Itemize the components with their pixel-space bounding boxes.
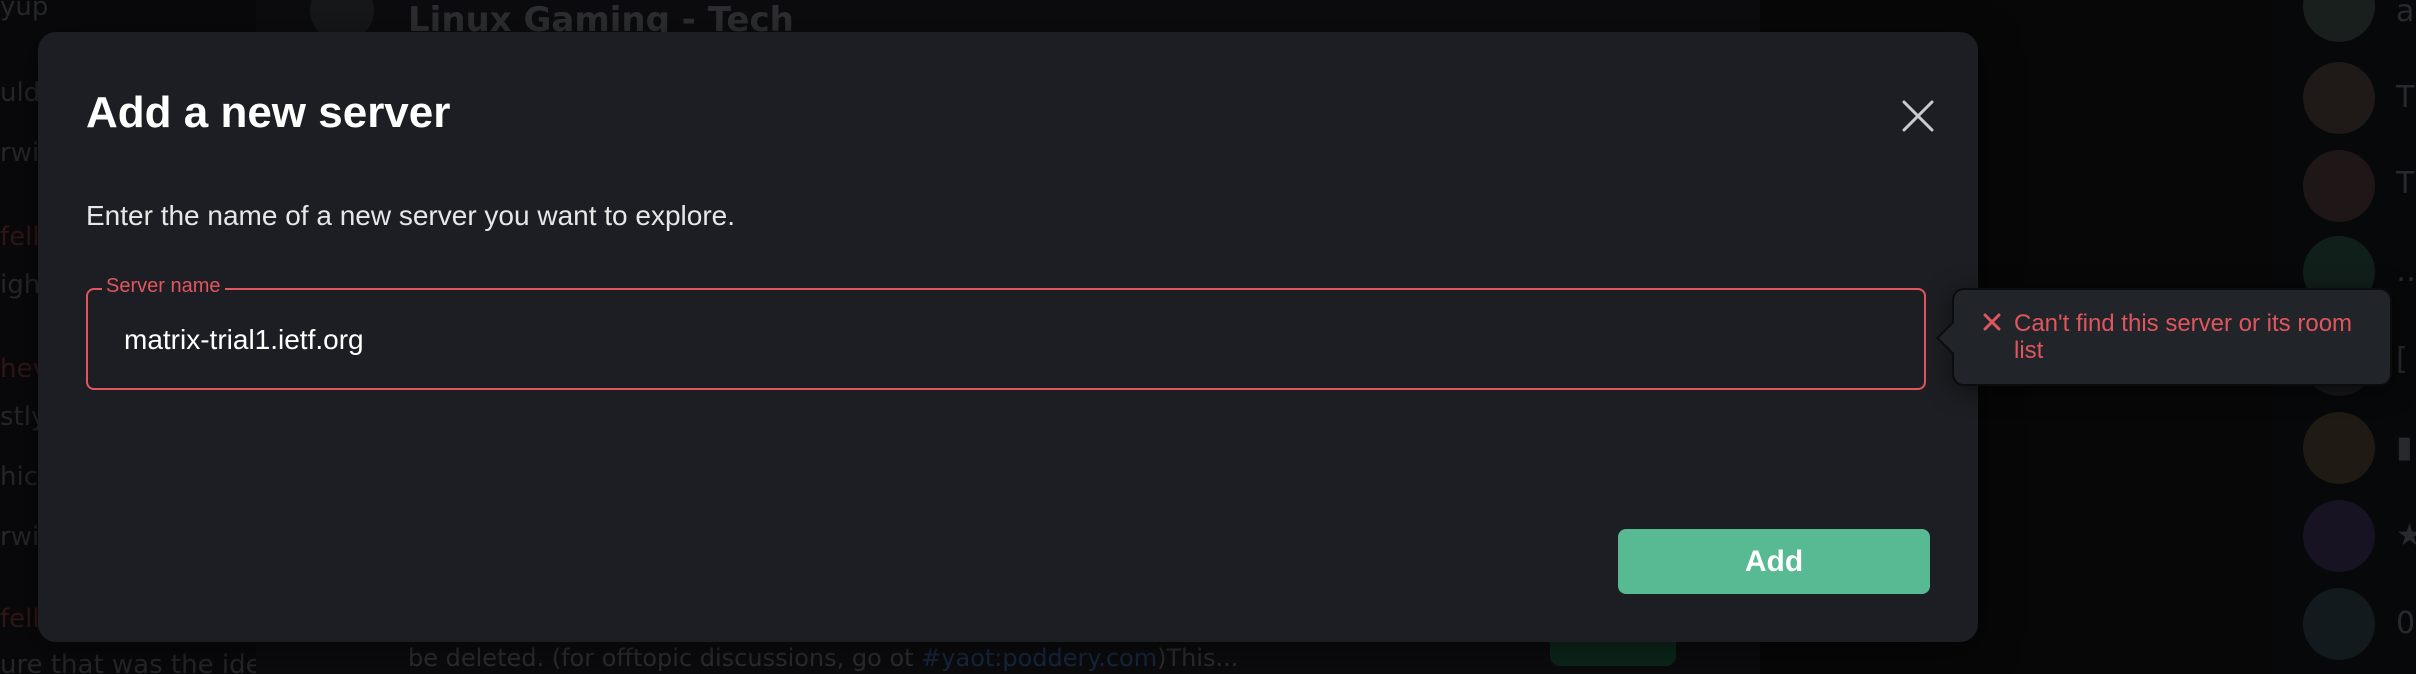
server-name-field: Server name: [86, 275, 1926, 390]
error-message: Can't find this server or its room list: [2014, 310, 2353, 364]
server-error-tooltip: Can't find this server or its room list: [1936, 288, 2392, 386]
server-name-label: Server name: [102, 275, 225, 298]
close-button[interactable]: [1898, 96, 1938, 136]
dialog-description: Enter the name of a new server you want …: [86, 200, 736, 231]
close-icon: [1902, 100, 1934, 132]
error-x-icon: [1983, 313, 2001, 331]
add-button[interactable]: Add: [1618, 529, 1930, 594]
dialog-title: Add a new server: [86, 88, 451, 137]
add-server-dialog: Add a new server Enter the name of a new…: [38, 32, 1978, 642]
server-name-input[interactable]: [124, 318, 1884, 362]
